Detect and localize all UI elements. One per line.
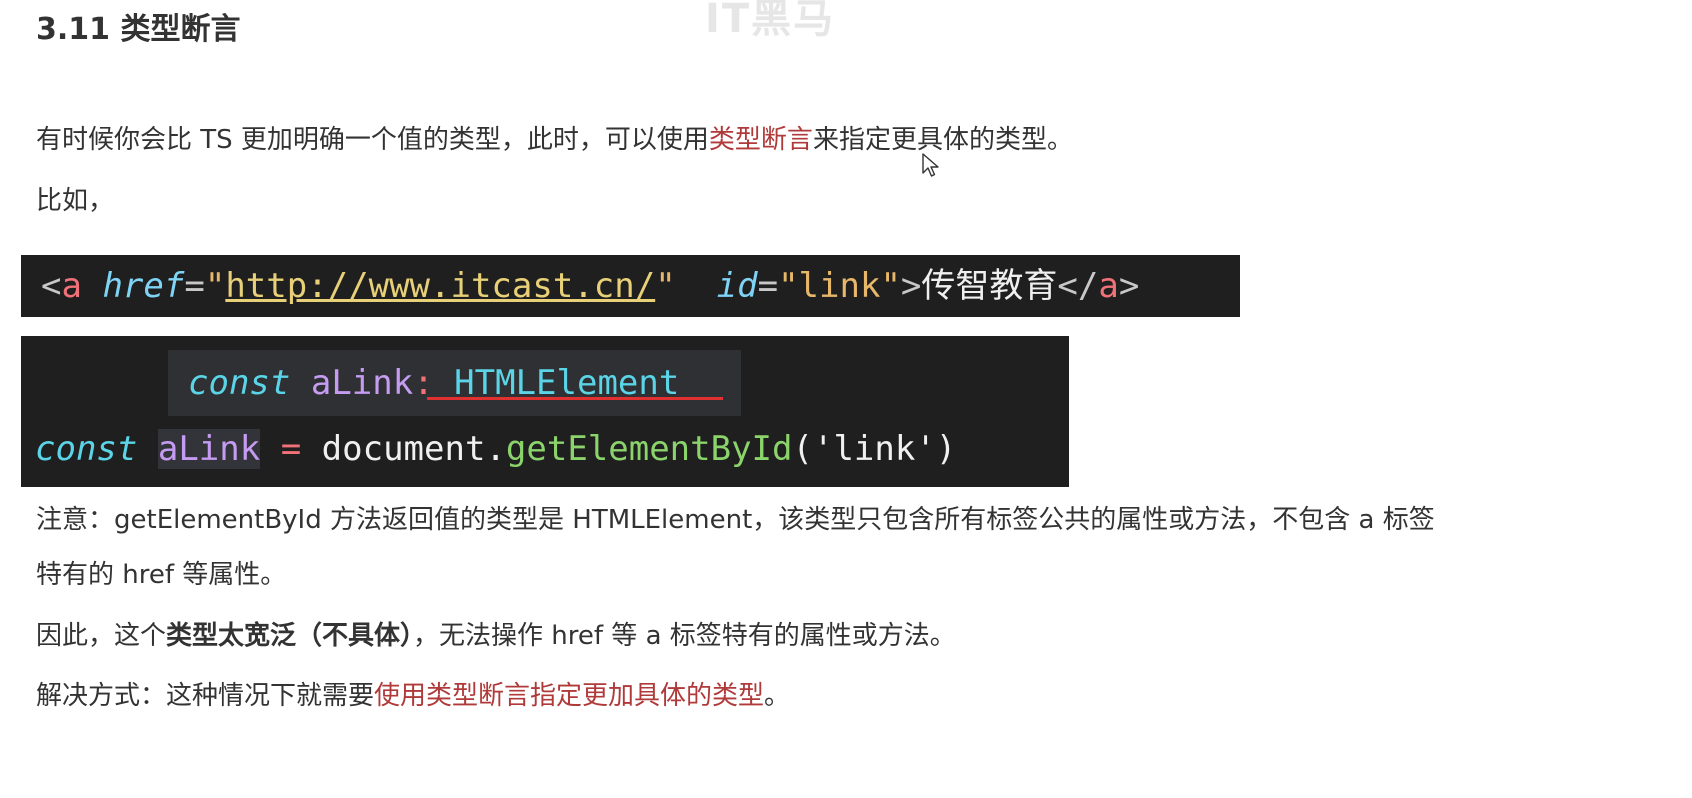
code-keyword: const bbox=[35, 429, 138, 469]
code-paren-close: ) bbox=[935, 429, 957, 469]
hint-keyword: const bbox=[188, 363, 291, 403]
code-quote: " bbox=[655, 266, 676, 306]
code-link-text: 传智教育 bbox=[921, 266, 1058, 306]
code-quote: " bbox=[880, 266, 901, 306]
type-hint-tooltip: const aLink: HTMLElement bbox=[168, 350, 741, 416]
code-eq: = bbox=[757, 266, 779, 306]
code-eq: = bbox=[184, 266, 205, 306]
code-close-tag: a bbox=[1098, 266, 1119, 306]
code-id-value: link bbox=[798, 266, 881, 306]
therefore-paragraph: 因此，这个类型太宽泛（不具体），无法操作 href 等 a 标签特有的属性或方法… bbox=[36, 616, 956, 656]
code-method: getElementById bbox=[505, 429, 793, 469]
watermark: IT黑马 bbox=[705, 0, 836, 42]
code-quote: " bbox=[204, 266, 226, 306]
intro-text: 有时候你会比 TS 更加明确一个值的类型，此时，可以使用 bbox=[36, 125, 709, 155]
code-object: document bbox=[321, 429, 486, 469]
code-tag: a bbox=[61, 266, 82, 306]
code-gt: > bbox=[900, 266, 922, 306]
code-line: const aLink = document.getElementById('l… bbox=[35, 422, 956, 476]
code-arg: 'link' bbox=[812, 429, 936, 469]
hint-var: aLink bbox=[310, 363, 414, 403]
therefore-bold: 类型太宽泛（不具体） bbox=[166, 621, 414, 651]
example-label: 比如， bbox=[36, 186, 115, 216]
code-attr-id: id bbox=[716, 266, 758, 306]
type-underline bbox=[427, 397, 723, 400]
html-code-block: <a href="http://www.itcast.cn/" id="link… bbox=[21, 255, 1240, 317]
code-paren-open: ( bbox=[792, 429, 813, 469]
solution-text-end: 。 bbox=[764, 681, 791, 711]
solution-paragraph: 解决方式：这种情况下就需要使用类型断言指定更加具体的类型。 bbox=[36, 676, 790, 716]
code-close-gt: > bbox=[1118, 266, 1140, 306]
therefore-text: 因此，这个 bbox=[36, 621, 167, 651]
code-dot: . bbox=[485, 429, 506, 469]
code-quote: " bbox=[778, 266, 799, 306]
code-lt: < bbox=[41, 266, 62, 306]
note-line-2: 特有的 href 等属性。 bbox=[36, 560, 287, 590]
ts-code-block: const aLink: HTMLElement const aLink = d… bbox=[21, 336, 1069, 487]
intro-highlight: 类型断言 bbox=[708, 125, 813, 155]
note-line-1: 注意：getElementById 方法返回值的类型是 HTMLElement，… bbox=[36, 505, 1435, 535]
solution-highlight: 使用类型断言指定更加具体的类型 bbox=[374, 681, 765, 711]
intro-paragraph: 有时候你会比 TS 更加明确一个值的类型，此时，可以使用类型断言来指定更具体的类… bbox=[36, 120, 1073, 160]
code-attr-href: href bbox=[102, 266, 185, 306]
code-close-open: </ bbox=[1057, 266, 1099, 306]
code-eq: = bbox=[280, 429, 302, 469]
code-url: http://www.itcast.cn/ bbox=[225, 266, 656, 306]
mouse-cursor-icon bbox=[922, 153, 939, 177]
intro-text-end: 来指定更具体的类型。 bbox=[812, 125, 1073, 155]
therefore-text-end: ，无法操作 href 等 a 标签特有的属性或方法。 bbox=[413, 621, 956, 651]
section-heading: 3.11 类型断言 bbox=[36, 12, 241, 47]
solution-text: 解决方式：这种情况下就需要 bbox=[36, 681, 375, 711]
code-var: aLink bbox=[157, 429, 261, 469]
